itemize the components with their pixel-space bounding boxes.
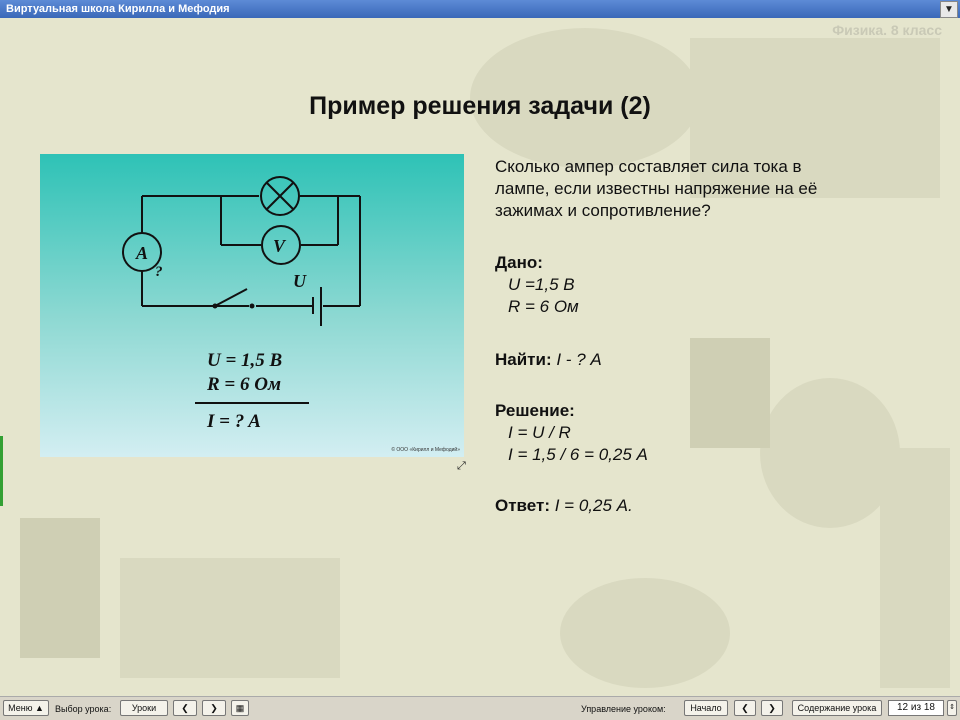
stepper-icon: ⇕	[949, 704, 955, 711]
bottom-toolbar: Меню ▲ Выбор урока: Уроки ❮ ❯ ▦ Управлен…	[0, 696, 960, 720]
find-value: I - ? А	[556, 350, 602, 369]
next-lesson-button[interactable]: ❯	[202, 700, 226, 716]
voltmeter-label: V	[273, 236, 287, 256]
chevron-left-icon: ❮	[181, 703, 189, 713]
circuit-slide: A V ? U U = 1,5 В R = 6 Ом I = ? A © ООО…	[40, 154, 464, 457]
grid-icon: ▦	[235, 703, 245, 713]
prev-page-button[interactable]: ❮	[734, 700, 756, 716]
circuit-diagram: A V ? U	[122, 176, 361, 326]
answer-block: Ответ: I = 0,25 А.	[495, 495, 633, 517]
contents-button[interactable]: Содержание урока	[792, 700, 882, 716]
bg-battery-shape	[20, 518, 100, 658]
next-page-button[interactable]: ❯	[761, 700, 783, 716]
lesson-content: Физика. 8 класс Пример решения задачи (2…	[0, 18, 960, 696]
given-label: Дано:	[495, 253, 543, 272]
bg-lens-shape	[560, 578, 730, 688]
voltage-symbol: U	[293, 271, 307, 291]
question-line-2: лампе, если известны напряжение на её	[495, 179, 818, 198]
formula-voltage: U = 1,5 В	[207, 350, 283, 371]
lessons-button[interactable]: Уроки	[120, 700, 168, 716]
chevron-left-icon: ❮	[741, 703, 749, 713]
given-block: Дано: U =1,5 В R = 6 Ом	[495, 252, 579, 318]
formula-current: I = ? A	[207, 411, 261, 432]
slide-copyright: © ООО «Кирилл и Мефодий»	[391, 447, 460, 453]
answer-value: I = 0,25 А.	[554, 496, 633, 515]
problem-text: Сколько ампер составляет сила тока в лам…	[495, 156, 817, 222]
prev-lesson-button[interactable]: ❮	[173, 700, 197, 716]
ammeter-label: A	[135, 243, 148, 263]
solution-step-2: I = 1,5 / 6 = 0,25 А	[508, 445, 648, 464]
page-stepper[interactable]: ⇕	[947, 700, 957, 716]
lesson-control-label: Управление уроком:	[581, 704, 666, 714]
given-resistance: R = 6 Ом	[508, 297, 579, 316]
formula-divider	[195, 402, 309, 404]
solution-block: Решение: I = U / R I = 1,5 / 6 = 0,25 А	[495, 400, 648, 466]
page-title: Пример решения задачи (2)	[309, 92, 651, 120]
bg-coil-shape	[690, 338, 770, 448]
chevron-right-icon: ❯	[768, 703, 776, 713]
subject-label: Физика. 8 класс	[832, 22, 942, 38]
start-button[interactable]: Начало	[684, 700, 728, 716]
bg-device-shape	[120, 558, 340, 678]
page-indicator: 12 из 18	[888, 700, 944, 716]
question-line-3: зажимах и сопротивление?	[495, 201, 711, 220]
window-title: Виртуальная школа Кирилла и Мефодия	[6, 3, 230, 15]
formula-resistance: R = 6 Ом	[207, 374, 281, 395]
question-mark: ?	[155, 264, 163, 280]
side-accent	[0, 436, 3, 506]
window-title-bar: Виртуальная школа Кирилла и Мефодия ▼	[0, 0, 960, 18]
menu-button[interactable]: Меню ▲	[3, 700, 49, 716]
solution-step-1: I = U / R	[508, 423, 571, 442]
bg-disk-shape	[760, 378, 900, 528]
bg-ruler-shape	[880, 448, 950, 688]
find-label: Найти:	[495, 350, 552, 369]
choose-lesson-label: Выбор урока:	[55, 704, 112, 714]
given-voltage: U =1,5 В	[508, 275, 575, 294]
find-block: Найти: I - ? А	[495, 349, 602, 371]
expand-icon[interactable]: ⤢	[457, 461, 468, 472]
window-menu-dropdown[interactable]: ▼	[940, 1, 958, 18]
answer-label: Ответ:	[495, 496, 550, 515]
question-line-1: Сколько ампер составляет сила тока в	[495, 157, 802, 176]
solution-label: Решение:	[495, 401, 575, 420]
chevron-right-icon: ❯	[210, 703, 218, 713]
grid-button[interactable]: ▦	[231, 700, 249, 716]
